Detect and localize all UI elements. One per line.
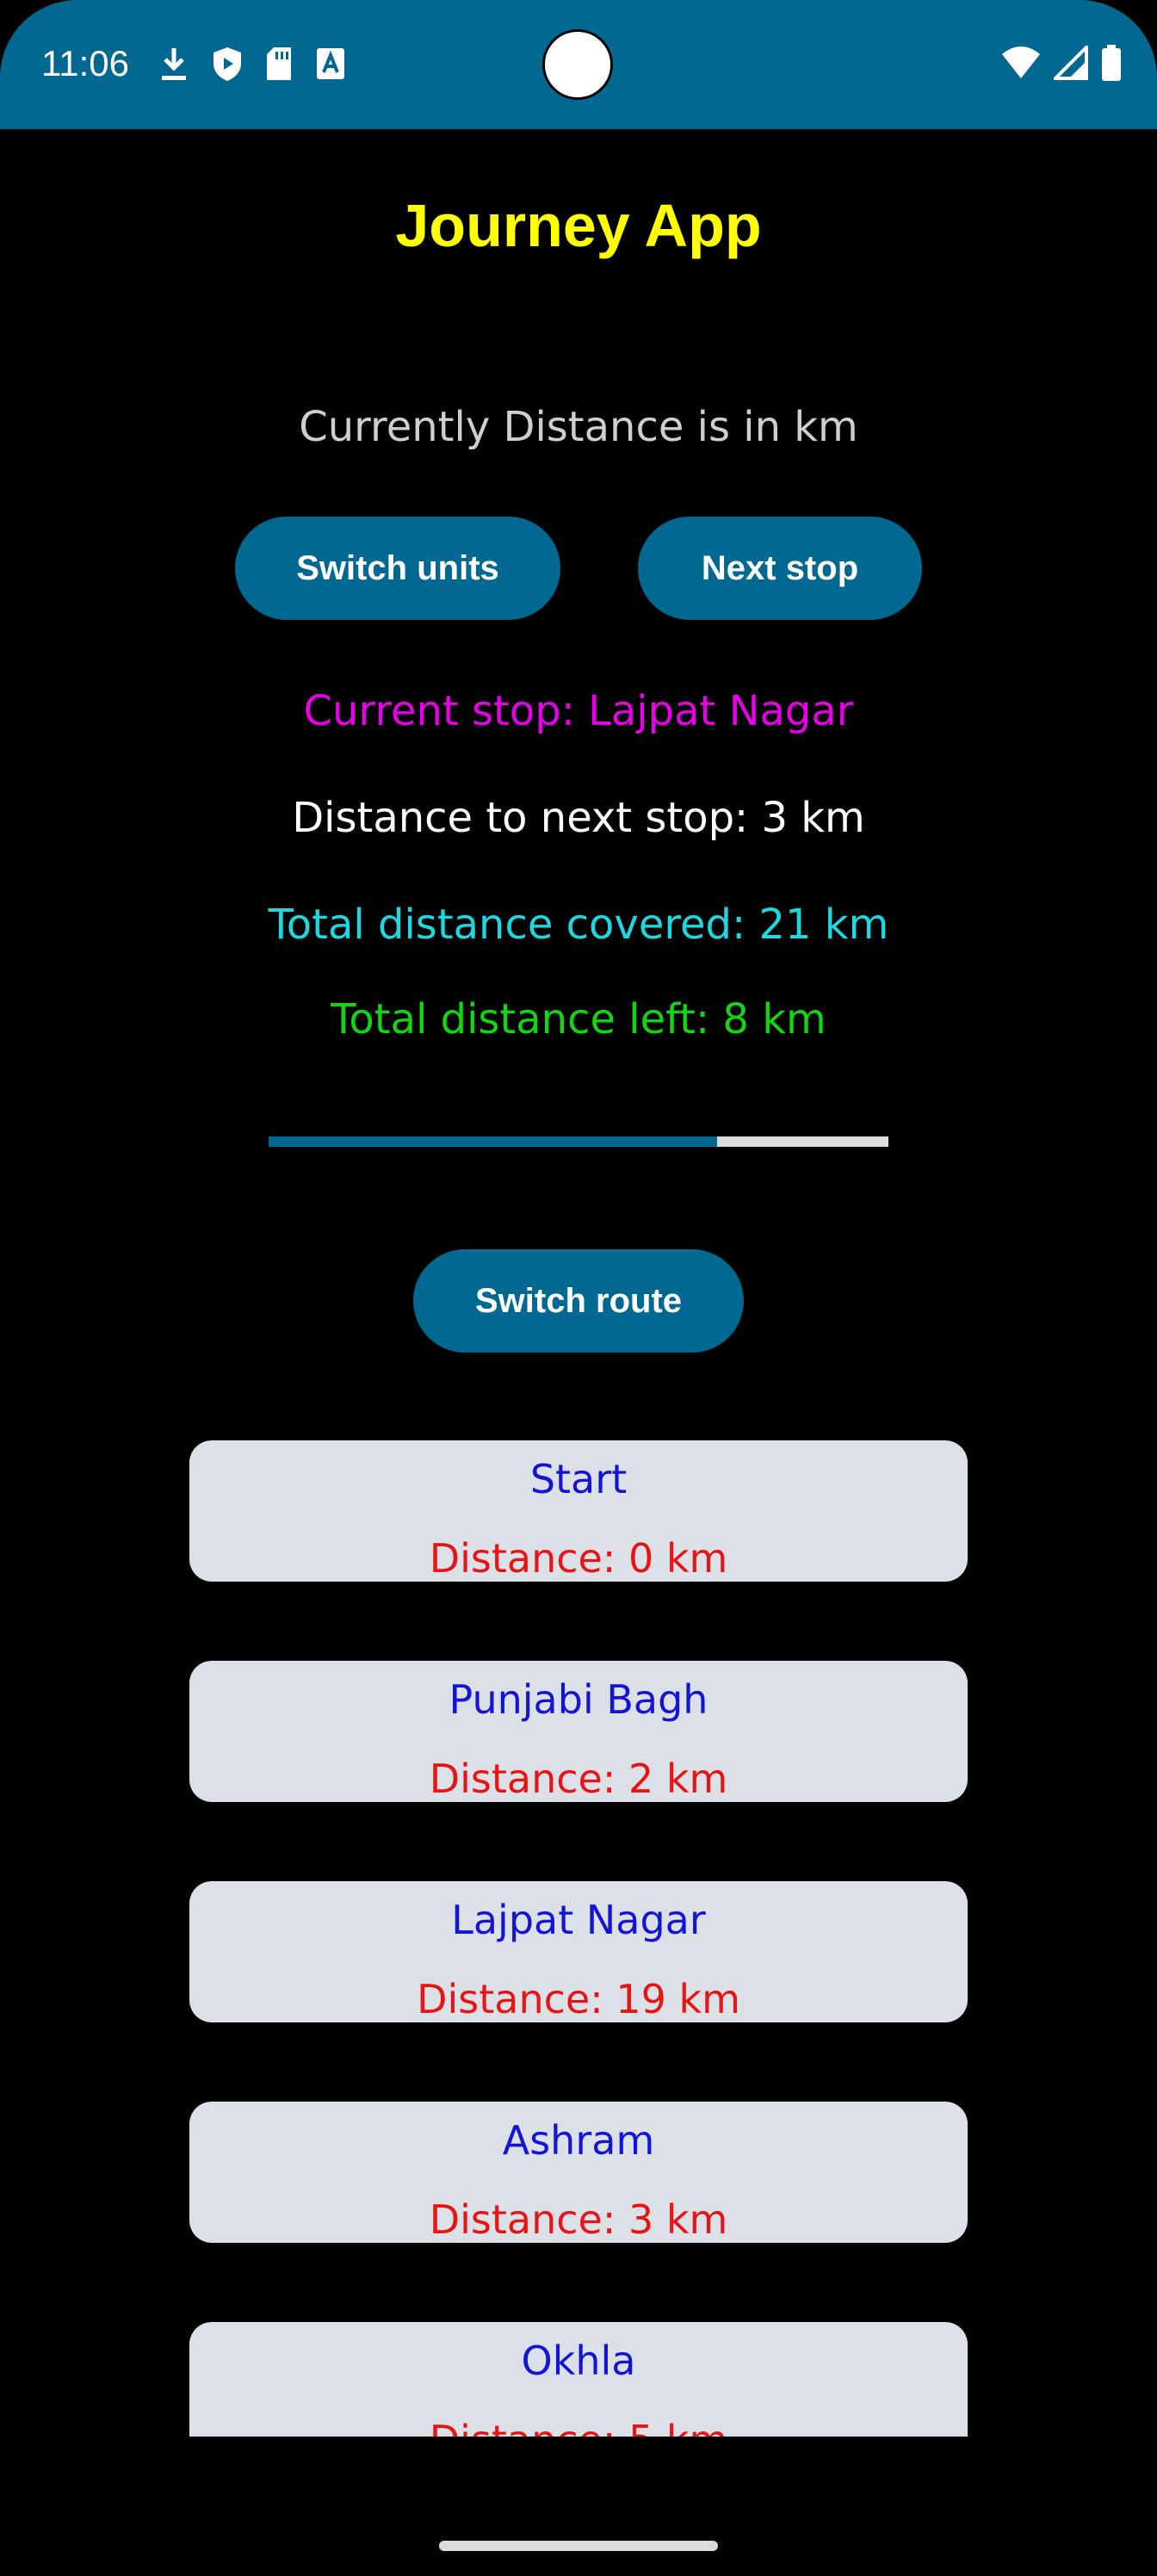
camera-cutout <box>542 29 613 100</box>
total-distance-covered-text: Total distance covered: 21 km <box>268 901 889 949</box>
stop-card[interactable]: Start Distance: 0 km <box>189 1440 968 1582</box>
text-a-icon <box>313 45 348 86</box>
stop-distance: Distance: 3 km <box>429 2196 728 2243</box>
stop-distance: Distance: 2 km <box>429 1756 728 1802</box>
stop-name: Start <box>529 1456 628 1502</box>
journey-progress-fill <box>269 1136 718 1147</box>
total-distance-left-text: Total distance left: 8 km <box>331 995 826 1043</box>
stop-name: Okhla <box>521 2338 636 2384</box>
stop-distance: Distance: 0 km <box>429 1535 728 1582</box>
stop-name: Punjabi Bagh <box>449 1676 708 1723</box>
stop-card[interactable]: Okhla Distance: 5 km <box>189 2322 968 2437</box>
unit-status-text: Currently Distance is in km <box>299 403 858 451</box>
stop-card[interactable]: Lajpat Nagar Distance: 19 km <box>189 1881 968 2022</box>
stop-card[interactable]: Punjabi Bagh Distance: 2 km <box>189 1661 968 1802</box>
status-icons-left <box>157 45 348 86</box>
current-stop-text: Current stop: Lajpat Nagar <box>303 687 854 735</box>
stop-name: Lajpat Nagar <box>451 1897 706 1943</box>
download-icon <box>157 45 191 86</box>
stop-distance: Distance: 19 km <box>417 1976 740 2022</box>
shield-icon <box>210 45 244 86</box>
status-icons-right <box>1000 43 1123 84</box>
cellular-signal-icon <box>1051 43 1088 84</box>
wifi-icon <box>1000 46 1042 84</box>
switch-route-button[interactable]: Switch route <box>413 1249 744 1353</box>
switch-units-button[interactable]: Switch units <box>235 517 560 620</box>
stops-list[interactable]: Start Distance: 0 km Punjabi Bagh Distan… <box>0 1429 1157 2437</box>
distance-to-next-stop-text: Distance to next stop: 3 km <box>292 794 865 842</box>
next-stop-button[interactable]: Next stop <box>638 517 922 620</box>
home-indicator[interactable] <box>439 2541 718 2551</box>
stop-name: Ashram <box>502 2117 655 2164</box>
app-title: Journey App <box>395 192 762 259</box>
sd-card-icon <box>263 45 294 86</box>
stop-card[interactable]: Ashram Distance: 3 km <box>189 2102 968 2243</box>
stop-distance: Distance: 5 km <box>189 2417 968 2437</box>
journey-progress-bar <box>269 1136 888 1147</box>
battery-icon <box>1100 45 1123 84</box>
status-bar: 11:06 <box>0 0 1157 129</box>
status-time: 11:06 <box>41 43 129 84</box>
